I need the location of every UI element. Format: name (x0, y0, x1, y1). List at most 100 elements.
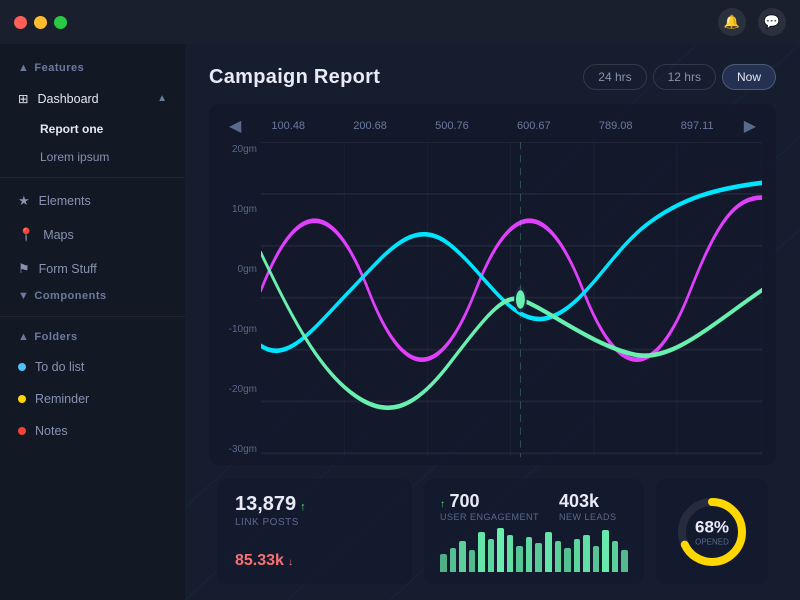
link-posts-secondary-icon: ↓ (288, 557, 293, 568)
close-button[interactable] (14, 16, 27, 29)
chevron-down-icon: ▼ (18, 290, 29, 302)
filter-24hrs[interactable]: 24 hrs (583, 64, 646, 90)
maps-label: Maps (43, 228, 74, 242)
minimize-button[interactable] (34, 16, 47, 29)
folders-label: Folders (34, 331, 77, 343)
grid-icon: ⊞ (18, 91, 28, 106)
bar-10 (535, 543, 542, 572)
sidebar-item-maps[interactable]: 📍 Maps (0, 218, 185, 252)
dashboard-label: Dashboard (37, 92, 98, 106)
chart-next-arrow[interactable]: ▶ (738, 114, 762, 138)
bar-14 (574, 539, 581, 572)
reminder-label: Reminder (35, 392, 89, 406)
leads-label: NEW LEADS (559, 512, 617, 522)
leads-stat: 403k NEW LEADS (559, 491, 617, 522)
components-section[interactable]: ▼ Components (0, 286, 185, 310)
y-axis: 20gm 10gm 0gm -10gm -20gm -30gm (223, 142, 257, 457)
dashboard-submenu: Report one Lorem ipsum (0, 115, 185, 171)
filter-now[interactable]: Now (722, 64, 776, 90)
page-title: Campaign Report (209, 66, 380, 89)
maximize-button[interactable] (54, 16, 67, 29)
engagement-up: ↑ (440, 499, 445, 510)
donut-label: OPENED (695, 537, 729, 546)
pin-icon: 📍 (18, 227, 34, 243)
stats-row: 13,879 ↑ LINK POSTS 85.33k ↓ (209, 479, 776, 584)
bar-9 (526, 537, 533, 572)
chart-label-0: 100.48 (271, 120, 305, 132)
link-posts-up: ↑ (300, 501, 306, 513)
bar-2 (459, 541, 466, 572)
sidebar-item-elements[interactable]: ★ Elements (0, 184, 185, 218)
bar-0 (440, 554, 447, 572)
main-inner: Campaign Report 24 hrs 12 hrs Now ◀ 100.… (209, 64, 776, 584)
wave-chart (261, 142, 762, 457)
titlebar-icons: 🔔 💬 (718, 8, 786, 36)
chart-label-5: 897.11 (681, 120, 714, 132)
chart-prev-arrow[interactable]: ◀ (223, 114, 247, 138)
engagement-label: USER ENGAGEMENT (440, 512, 539, 522)
sidebar-item-report-one[interactable]: Report one (12, 115, 185, 143)
bar-chart-mini (440, 528, 628, 572)
components-label: Components (34, 290, 106, 302)
bar-4 (478, 532, 485, 572)
engagement-card: ↑ 700 USER ENGAGEMENT 403k NEW LEADS (424, 479, 644, 584)
reminder-dot (18, 395, 26, 403)
bar-12 (555, 541, 562, 572)
bar-8 (516, 546, 523, 572)
folders-section[interactable]: ▲ Folders (0, 323, 185, 351)
sidebar-item-notes[interactable]: Notes (0, 415, 185, 447)
divider-1 (0, 177, 185, 178)
chat-icon[interactable]: 💬 (758, 8, 786, 36)
sidebar-item-dashboard[interactable]: ⊞ Dashboard ▲ (0, 82, 185, 115)
bar-11 (545, 532, 552, 572)
sidebar-item-form-stuff[interactable]: ⚑ Form Stuff (0, 252, 185, 286)
donut-center: 68% OPENED (695, 517, 729, 546)
sidebar-item-lorem-ipsum[interactable]: Lorem ipsum (12, 143, 185, 171)
link-posts-label: LINK POSTS (235, 517, 394, 528)
bar-15 (583, 535, 590, 572)
bar-17 (602, 530, 609, 572)
bar-3 (469, 550, 476, 572)
time-filters: 24 hrs 12 hrs Now (583, 64, 776, 90)
filter-12hrs[interactable]: 12 hrs (653, 64, 716, 90)
leads-value: 403k (559, 491, 617, 512)
sidebar-item-reminder[interactable]: Reminder (0, 383, 185, 415)
features-label: Features (34, 62, 84, 74)
chart-labels: 100.48 200.68 500.76 600.67 789.08 897.1… (247, 120, 737, 132)
traffic-lights (14, 16, 67, 29)
bar-16 (593, 546, 600, 572)
elements-label: Elements (39, 194, 91, 208)
bar-5 (488, 539, 495, 572)
todo-dot (18, 363, 26, 371)
chart-label-3: 600.67 (517, 120, 551, 132)
y-label-5: -30gm (223, 444, 257, 455)
chart-label-4: 789.08 (599, 120, 633, 132)
sidebar: ▲ Features ⊞ Dashboard ▲ Report one Lore… (0, 44, 185, 600)
todo-label: To do list (35, 360, 84, 374)
bar-13 (564, 548, 571, 572)
flag-icon: ⚑ (18, 261, 30, 277)
chevron-up-icon-folders: ▲ (18, 331, 29, 343)
chart-label-2: 500.76 (435, 120, 469, 132)
y-label-4: -20gm (223, 384, 257, 395)
donut-percent: 68% (695, 517, 729, 537)
notes-dot (18, 427, 26, 435)
sidebar-item-todo[interactable]: To do list (0, 351, 185, 383)
engagement-stat: ↑ 700 USER ENGAGEMENT (440, 491, 539, 522)
chart-area: ◀ 100.48 200.68 500.76 600.67 789.08 897… (209, 104, 776, 465)
y-label-2: 0gm (223, 264, 257, 275)
y-label-0: 20gm (223, 144, 257, 155)
main-header: Campaign Report 24 hrs 12 hrs Now (209, 64, 776, 90)
engagement-top: ↑ 700 USER ENGAGEMENT 403k NEW LEADS (440, 491, 628, 522)
link-posts-value: 13,879 (235, 493, 296, 516)
bar-18 (612, 541, 619, 572)
chart-nav: ◀ 100.48 200.68 500.76 600.67 789.08 897… (223, 114, 762, 138)
bar-7 (507, 535, 514, 572)
donut-card: 68% OPENED (656, 479, 768, 584)
app-layout: ▲ Features ⊞ Dashboard ▲ Report one Lore… (0, 44, 800, 600)
stat-card-link-posts: 13,879 ↑ LINK POSTS 85.33k ↓ (217, 479, 412, 584)
bell-icon[interactable]: 🔔 (718, 8, 746, 36)
star-icon: ★ (18, 193, 30, 209)
features-section[interactable]: ▲ Features (0, 54, 185, 82)
bar-19 (621, 550, 628, 572)
